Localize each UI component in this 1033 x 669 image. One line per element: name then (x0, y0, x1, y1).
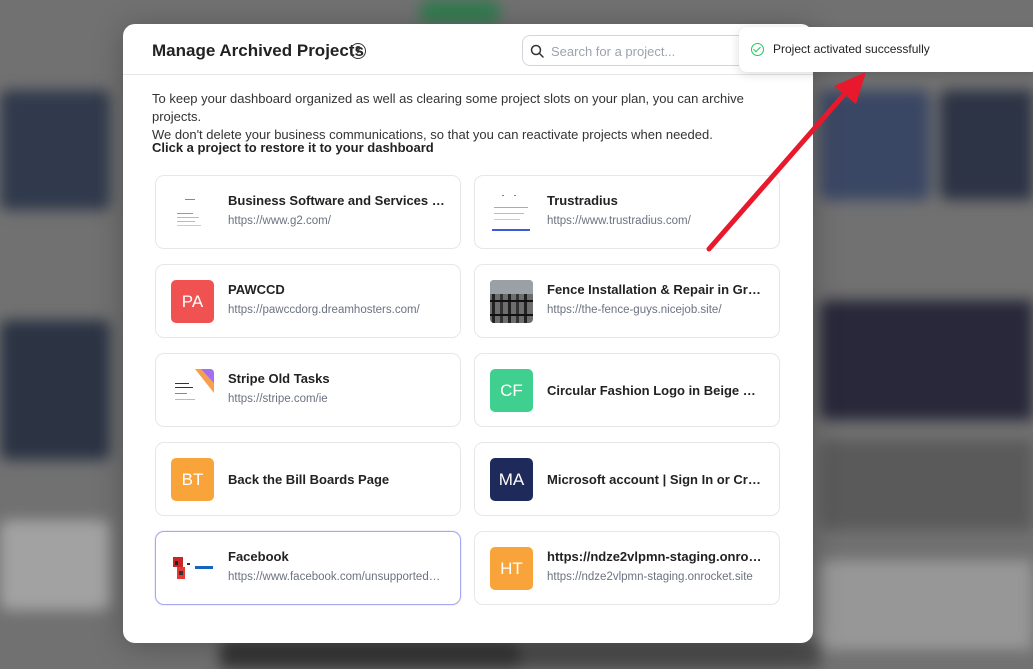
modal-header: Manage Archived Projects ? (123, 24, 813, 75)
project-thumbnail (490, 280, 533, 323)
project-grid: Business Software and Services Reviews |… (155, 175, 780, 605)
project-card[interactable]: BT Back the Bill Boards Page (155, 442, 461, 516)
project-card[interactable]: Trustradius https://www.trustradius.com/ (474, 175, 780, 249)
project-card[interactable]: CF Circular Fashion Logo in Beige Classi… (474, 353, 780, 427)
project-url: https://ndze2vlpmn-staging.onrocket.site (547, 571, 753, 583)
project-url: https://the-fence-guys.nicejob.site/ (547, 304, 722, 316)
project-name: Circular Fashion Logo in Beige Classic S… (547, 383, 765, 398)
modal-title: Manage Archived Projects (152, 41, 364, 60)
project-url: https://www.facebook.com/unsupportedbrow… (228, 571, 446, 583)
project-name: Back the Bill Boards Page (228, 472, 390, 487)
project-thumbnail (171, 369, 214, 412)
project-url: https://stripe.com/ie (228, 393, 328, 405)
project-name: Microsoft account | Sign In or Create Yo… (547, 472, 765, 487)
project-card[interactable]: Facebook https://www.facebook.com/unsupp… (155, 531, 461, 605)
project-card[interactable]: Stripe Old Tasks https://stripe.com/ie (155, 353, 461, 427)
project-url: https://pawccdorg.dreamhosters.com/ (228, 304, 420, 316)
project-name: Fence Installation & Repair in Green Val… (547, 282, 765, 297)
instruction: Click a project to restore it to your da… (152, 140, 434, 155)
project-card[interactable]: PA PAWCCD https://pawccdorg.dreamhosters… (155, 264, 461, 338)
project-avatar: BT (171, 458, 214, 501)
success-toast: Project activated successfully (739, 27, 1033, 72)
search-box[interactable] (522, 35, 762, 66)
description: To keep your dashboard organized as well… (152, 90, 792, 144)
project-name: Stripe Old Tasks (228, 371, 330, 386)
project-card[interactable]: Business Software and Services Reviews |… (155, 175, 461, 249)
project-name: Facebook (228, 549, 289, 564)
project-thumbnail (171, 547, 214, 590)
project-avatar: PA (171, 280, 214, 323)
project-url: https://www.g2.com/ (228, 215, 331, 227)
search-input[interactable] (549, 40, 753, 63)
project-name: https://ndze2vlpmn-staging.onrocket.site… (547, 549, 765, 564)
project-name: PAWCCD (228, 282, 285, 297)
project-avatar: HT (490, 547, 533, 590)
project-thumbnail (490, 191, 533, 234)
project-avatar: MA (490, 458, 533, 501)
project-card[interactable]: Fence Installation & Repair in Green Val… (474, 264, 780, 338)
toast-message: Project activated successfully (773, 42, 930, 56)
project-avatar: CF (490, 369, 533, 412)
archived-projects-modal: Manage Archived Projects ? To keep your … (123, 24, 813, 643)
project-url: https://www.trustradius.com/ (547, 215, 691, 227)
help-icon[interactable]: ? (350, 43, 366, 59)
check-circle-icon (751, 43, 764, 56)
project-thumbnail (171, 191, 214, 234)
project-name: Business Software and Services Reviews |… (228, 193, 446, 208)
project-card[interactable]: HT https://ndze2vlpmn-staging.onrocket.s… (474, 531, 780, 605)
search-icon (530, 44, 544, 58)
project-card[interactable]: MA Microsoft account | Sign In or Create… (474, 442, 780, 516)
project-name: Trustradius (547, 193, 618, 208)
description-line-1: To keep your dashboard organized as well… (152, 91, 744, 124)
